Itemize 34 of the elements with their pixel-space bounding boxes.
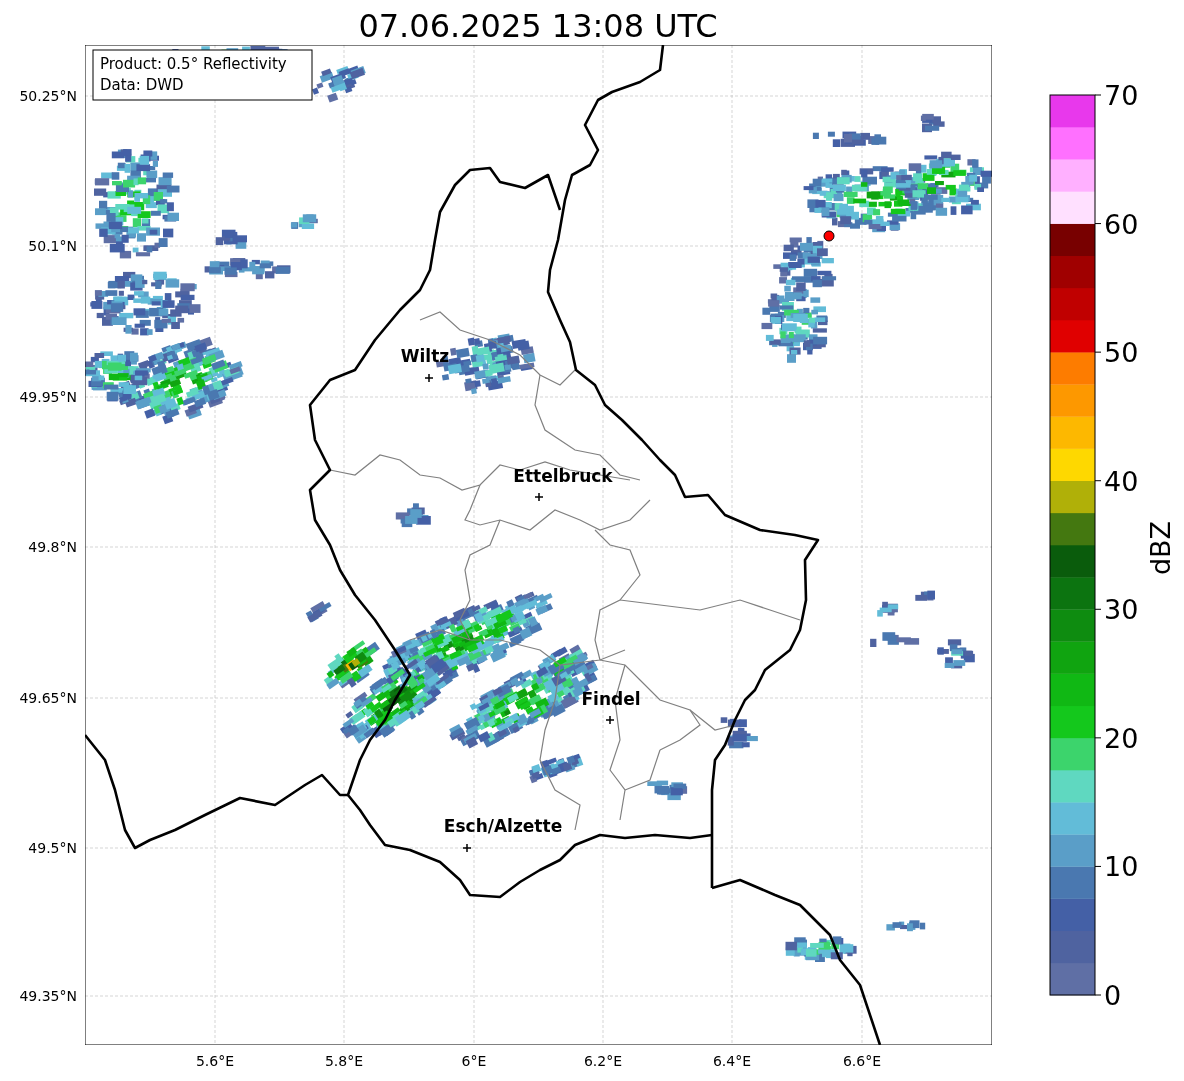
colorbar-tick-label: 0 — [1104, 980, 1122, 1011]
axis-tick-label: 6.4°E — [712, 1053, 752, 1069]
axis-tick-label: 49.35°N — [19, 988, 77, 1004]
colorbar-tick-label: 60 — [1104, 208, 1139, 240]
axis-tick-label: 6.2°E — [583, 1053, 623, 1069]
city-label: Wiltz — [400, 346, 450, 366]
axis-tick-label: 49.8°N — [28, 539, 77, 555]
colorbar-tick-label: 10 — [1104, 851, 1139, 883]
axis-tick-label: 49.65°N — [19, 690, 77, 706]
city-label: Findel — [581, 689, 641, 709]
city-marker-icon — [605, 715, 615, 725]
info-text: Data: DWD — [100, 76, 184, 94]
colorbar-tick-label: 20 — [1104, 722, 1139, 754]
colorbar-tick-label: 40 — [1104, 465, 1139, 497]
axis-tick-label: 6.6°E — [842, 1053, 882, 1069]
axis-tick-label: 49.5°N — [28, 840, 77, 856]
axis-tick-label: 50.1°N — [28, 238, 77, 254]
city-label: Ettelbruck — [513, 466, 613, 486]
city-marker-icon — [462, 843, 472, 853]
radar-site-marker — [823, 230, 835, 242]
city-marker-icon — [534, 492, 544, 502]
city-marker-icon — [424, 373, 434, 383]
axis-tick-label: 49.95°N — [19, 389, 77, 405]
colorbar-tick-label: 70 — [1104, 80, 1139, 111]
city-label: Esch/Alzette — [443, 816, 563, 836]
colorbar-tick-label: 50 — [1104, 337, 1139, 369]
colorbar-tick-label: 30 — [1104, 594, 1139, 626]
colorbar-label: dBZ — [1145, 520, 1176, 576]
chart-title: 07.06.2025 13:08 UTC — [358, 7, 718, 45]
axis-tick-label: 50.25°N — [19, 88, 77, 104]
axis-tick-label: 6°E — [461, 1053, 487, 1069]
axis-tick-label: 5.8°E — [324, 1053, 364, 1069]
info-text: Product: 0.5° Reflectivity — [100, 55, 287, 73]
axis-tick-label: 5.6°E — [195, 1053, 235, 1069]
